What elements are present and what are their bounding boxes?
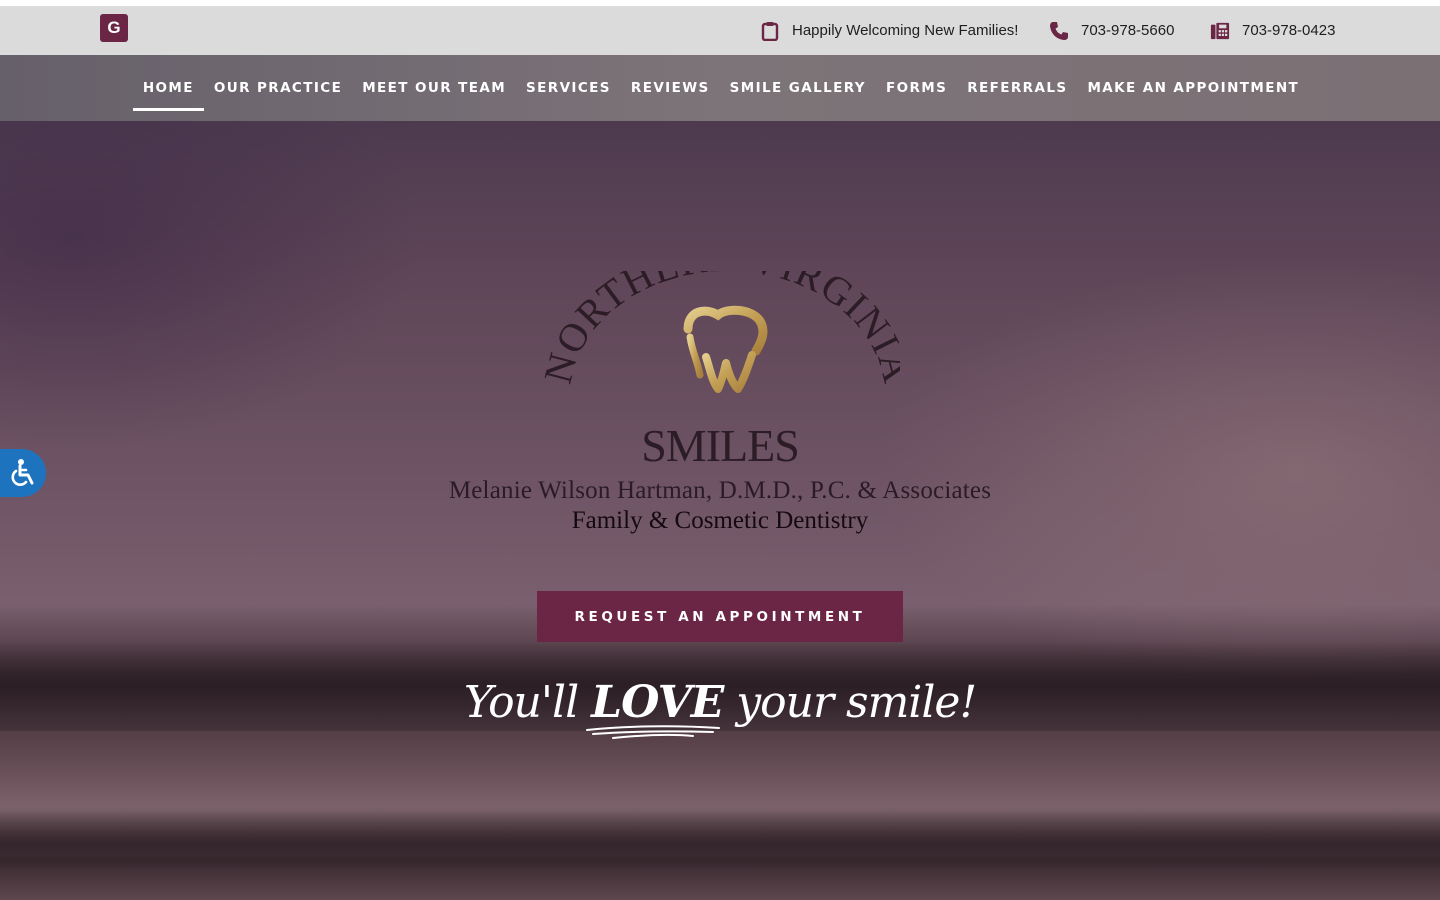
underline-swash-icon (586, 725, 721, 739)
welcome-text: Happily Welcoming New Families! (792, 22, 1019, 39)
practice-logo: NORTHERN VIRGINIA SMILES (540, 271, 900, 471)
nav-item-reviews[interactable]: REVIEWS (621, 55, 720, 121)
fax-number: 703-978-0423 (1242, 22, 1336, 39)
logo-word-smiles: SMILES (641, 420, 799, 471)
phone-number[interactable]: 703-978-5660 (1081, 22, 1174, 39)
nav-item-smile-gallery[interactable]: SMILE GALLERY (720, 55, 876, 121)
nav-item-our-practice[interactable]: OUR PRACTICE (204, 55, 352, 121)
practice-specialty: Family & Cosmetic Dentistry (571, 507, 869, 534)
accessibility-toggle[interactable] (0, 449, 46, 497)
phone-icon (1049, 21, 1069, 41)
tooth-icon (683, 305, 768, 393)
request-appointment-button[interactable]: REQUEST AN APPOINTMENT (537, 591, 903, 642)
nav-item-home[interactable]: HOME (132, 55, 204, 121)
clipboard-icon (760, 21, 780, 41)
nav-item-make-an-appointment[interactable]: MAKE AN APPOINTMENT (1077, 55, 1309, 121)
hero-tagline: You'll LOVE your smile! (0, 677, 1440, 739)
tagline-post: your smile! (723, 677, 977, 728)
wheelchair-icon (11, 459, 34, 486)
google-reviews-badge[interactable]: G (100, 14, 128, 42)
hero-section: NORTHERN VIRGINIA SMILES Melanie Wilson … (0, 121, 1440, 900)
nav-item-forms[interactable]: FORMS (876, 55, 957, 121)
fax-info: 703-978-0423 (1210, 6, 1335, 55)
tagline-pre: You'll (463, 677, 592, 728)
nav-list: HOME OUR PRACTICE MEET OUR TEAM SERVICES… (132, 55, 1309, 121)
welcome-notice: Happily Welcoming New Families! (760, 6, 1018, 55)
hero-shadow-band (0, 811, 1440, 871)
tagline-love-word: LOVE (591, 677, 724, 728)
nav-item-meet-our-team[interactable]: MEET OUR TEAM (352, 55, 516, 121)
phone-link[interactable]: 703-978-5660 (1049, 6, 1174, 55)
practice-name: Melanie Wilson Hartman, D.M.D., P.C. & A… (448, 477, 992, 504)
logo-arc-text: NORTHERN VIRGINIA (540, 271, 900, 388)
nav-item-services[interactable]: SERVICES (516, 55, 621, 121)
top-utility-bar: G Happily Welcoming New Families! 703-97… (0, 0, 1440, 55)
tagline-love: LOVE (586, 677, 724, 739)
nav-item-referrals[interactable]: REFERRALS (957, 55, 1077, 121)
fax-icon (1210, 21, 1230, 41)
main-navigation: HOME OUR PRACTICE MEET OUR TEAM SERVICES… (0, 55, 1440, 121)
